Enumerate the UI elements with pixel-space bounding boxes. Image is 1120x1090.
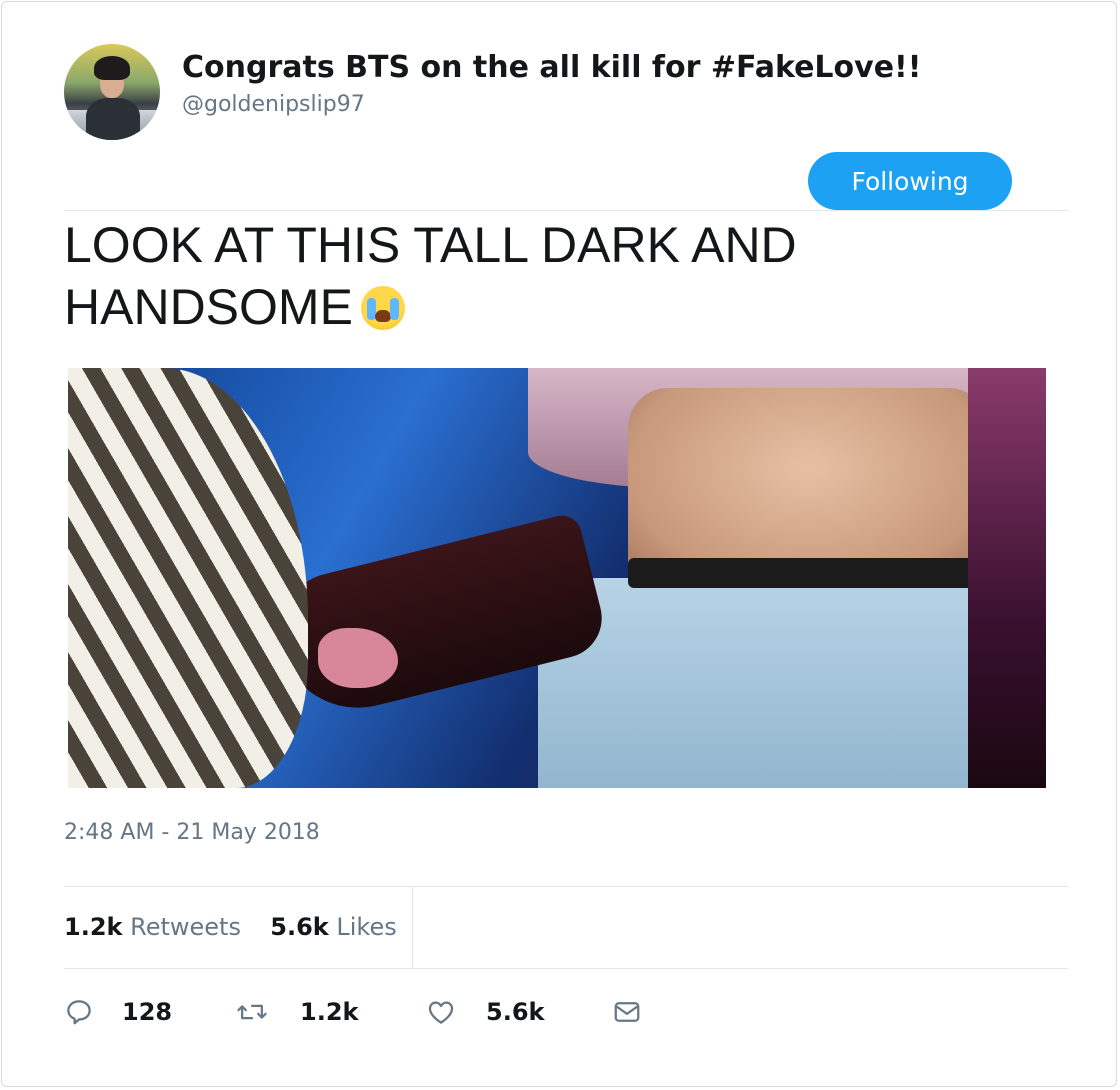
tweet-text-line1: LOOK AT THIS TALL DARK AND — [64, 217, 797, 273]
reply-action[interactable]: 128 — [64, 992, 172, 1032]
retweet-icon — [237, 1004, 267, 1020]
tweet-text-line2-wrap: HANDSOME — [64, 276, 1024, 338]
reply-icon — [67, 1000, 91, 1025]
header-divider — [64, 210, 1068, 211]
stats-bottom-divider — [64, 968, 1068, 969]
display-name[interactable]: Congrats BTS on the all kill for #FakeLo… — [182, 48, 921, 88]
tweet-photo[interactable] — [68, 368, 1046, 788]
retweet-action[interactable]: 1.2k — [236, 992, 358, 1032]
avatar-hair — [94, 56, 130, 80]
avatar[interactable] — [64, 44, 160, 140]
retweets-count[interactable]: 1.2k — [64, 913, 122, 941]
like-count: 5.6k — [486, 998, 545, 1026]
likes-count[interactable]: 5.6k — [270, 913, 328, 941]
like-action[interactable]: 5.6k — [426, 992, 544, 1032]
photo-jeans — [538, 578, 1008, 788]
retweet-count: 1.2k — [300, 998, 359, 1026]
avatar-shoulders — [86, 98, 140, 140]
tweet-timestamp[interactable]: 2:48 AM - 21 May 2018 — [64, 818, 320, 848]
photo-striped-sleeve — [68, 368, 308, 788]
user-handle[interactable]: @goldenipslip97 — [182, 90, 365, 120]
following-button[interactable]: Following — [808, 152, 1012, 210]
reply-count: 128 — [122, 998, 173, 1026]
stats-top-divider — [64, 886, 1068, 887]
tweet-stats: 1.2k Retweets 5.6k Likes — [64, 910, 397, 944]
photo-belt — [628, 558, 988, 588]
direct-message-icon — [614, 1002, 640, 1022]
photo-right-person — [968, 368, 1046, 788]
loudly-crying-face-icon — [360, 286, 405, 330]
tweet-card: Congrats BTS on the all kill for #FakeLo… — [1, 1, 1117, 1087]
retweets-label[interactable]: Retweets — [130, 913, 241, 941]
tweet-text: LOOK AT THIS TALL DARK AND HANDSOME — [64, 214, 1024, 338]
stats-vertical-divider — [412, 887, 413, 968]
likes-label[interactable]: Likes — [336, 913, 396, 941]
like-heart-icon — [428, 1001, 454, 1024]
tweet-text-line2: HANDSOME — [64, 279, 353, 335]
direct-message-action[interactable] — [612, 992, 642, 1032]
